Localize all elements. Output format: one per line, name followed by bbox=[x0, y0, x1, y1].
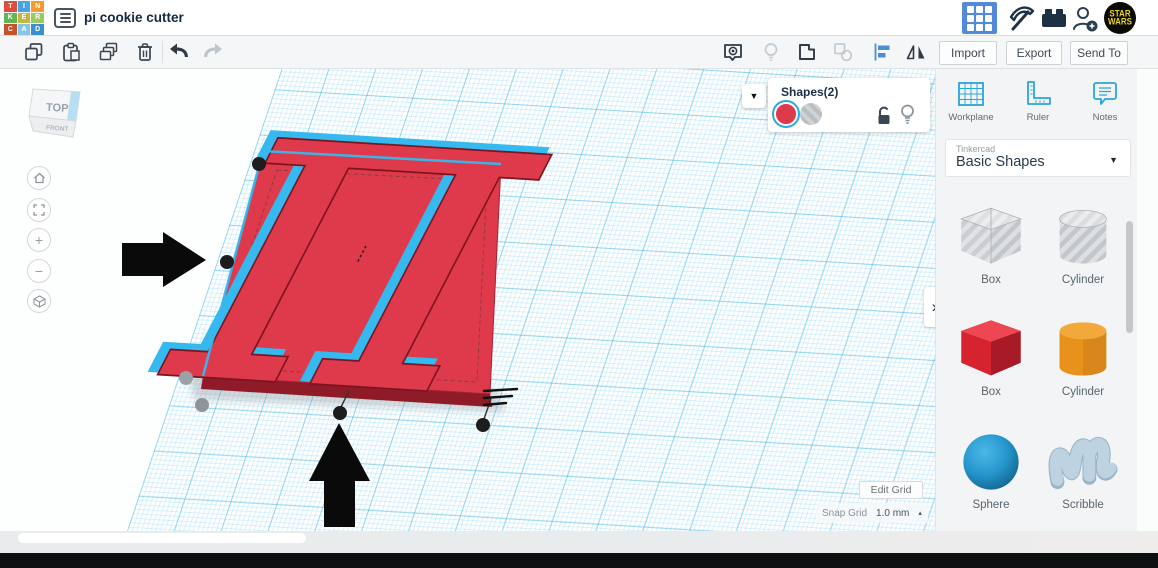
right-gutter bbox=[1137, 36, 1158, 553]
toolbar-divider bbox=[162, 41, 163, 63]
ruler-tool[interactable]: Ruler bbox=[1006, 79, 1070, 123]
export-button[interactable]: Export bbox=[1006, 41, 1062, 65]
snap-grid-value[interactable]: 1.0 mm bbox=[876, 508, 909, 519]
bottom-black-bar bbox=[0, 553, 1158, 568]
panel-scrollbar[interactable] bbox=[1126, 221, 1133, 333]
box-red-icon bbox=[961, 320, 1021, 376]
undo-icon[interactable] bbox=[168, 41, 190, 63]
avatar[interactable]: STAR WARS bbox=[1104, 2, 1136, 34]
notes-tool[interactable]: Notes bbox=[1073, 79, 1137, 123]
solid-color-swatch[interactable] bbox=[772, 100, 800, 128]
shape-scribble[interactable]: Scribble bbox=[1040, 429, 1126, 511]
paste-icon[interactable] bbox=[60, 41, 82, 63]
scene-overlay: π π bbox=[112, 69, 611, 527]
snap-grid-control: Snap Grid 1.0 mm ▴ bbox=[816, 503, 928, 523]
home-view-button[interactable] bbox=[27, 166, 51, 190]
library-brand: Tinkercad bbox=[956, 144, 996, 154]
top-bar: TIN KER CAD pi cookie cutter STAR WARS bbox=[0, 0, 1158, 36]
front-handle[interactable] bbox=[333, 406, 347, 420]
minus-icon: − bbox=[34, 263, 44, 279]
3d-viewport[interactable]: π π TOP FRONT + − ▼ Shapes(2) Edit Grid … bbox=[0, 69, 935, 553]
shape-inspector-panel: Shapes(2) bbox=[768, 78, 930, 132]
view-cube[interactable]: TOP FRONT bbox=[24, 83, 88, 145]
align-icon[interactable] bbox=[871, 41, 893, 63]
ruler-icon bbox=[1027, 81, 1051, 105]
edit-toolbar: Import Export Send To bbox=[0, 36, 1158, 69]
design-title: pi cookie cutter bbox=[84, 10, 184, 25]
scale-handle-rear[interactable] bbox=[179, 371, 193, 385]
library-selected: Basic Shapes bbox=[956, 154, 1045, 170]
caret-up-icon[interactable]: ▴ bbox=[918, 509, 922, 517]
shape-cylinder-hole[interactable]: Cylinder bbox=[1040, 204, 1126, 286]
cylinder-orange-icon bbox=[1059, 322, 1107, 376]
hide-bulb-icon[interactable] bbox=[760, 41, 782, 63]
minecraft-pickaxe-icon[interactable] bbox=[1004, 3, 1036, 33]
shape-box-solid[interactable]: Box bbox=[948, 316, 1034, 398]
ungroup-icon[interactable] bbox=[832, 41, 854, 63]
fit-view-button[interactable] bbox=[27, 198, 51, 222]
delete-icon[interactable] bbox=[134, 41, 156, 63]
inspector-collapse-caret[interactable]: ▼ bbox=[742, 84, 766, 108]
perspective-icon bbox=[33, 294, 45, 308]
hole-swatch[interactable] bbox=[800, 103, 822, 125]
tinkercad-logo[interactable]: TIN KER CAD bbox=[4, 1, 44, 35]
perspective-toggle-button[interactable] bbox=[27, 289, 51, 313]
box-hole-icon bbox=[959, 207, 1023, 264]
notes-icon bbox=[1093, 82, 1117, 105]
copy-icon[interactable] bbox=[23, 41, 45, 63]
home-icon bbox=[33, 172, 45, 184]
shape-library-dropdown[interactable]: Tinkercad Basic Shapes ▼ bbox=[945, 139, 1131, 177]
shape-box-hole[interactable]: Box bbox=[948, 204, 1034, 286]
workplane-icon bbox=[958, 82, 984, 106]
sphere-icon bbox=[963, 434, 1019, 490]
panel-collapse-tab[interactable]: › bbox=[924, 287, 935, 327]
side-handle[interactable] bbox=[220, 255, 234, 269]
corner-handle[interactable] bbox=[476, 418, 490, 432]
inspector-title: Shapes(2) bbox=[781, 85, 839, 99]
scale-handle-rear[interactable] bbox=[195, 398, 209, 412]
plus-icon: + bbox=[34, 232, 44, 248]
unlock-icon[interactable] bbox=[876, 105, 892, 127]
pi-object[interactable]: π bbox=[120, 69, 611, 503]
mirror-icon[interactable] bbox=[905, 41, 927, 63]
horizontal-scrollbar-thumb[interactable] bbox=[18, 533, 306, 543]
shapes-panel: Workplane Ruler Notes Tinkercad Basic Sh… bbox=[935, 69, 1137, 553]
svg-text:TOP: TOP bbox=[46, 102, 69, 115]
workplane-tool[interactable]: Workplane bbox=[939, 79, 1003, 123]
zoom-out-button[interactable]: − bbox=[27, 259, 51, 283]
scale-handle[interactable] bbox=[252, 157, 266, 171]
caret-down-icon: ▼ bbox=[1109, 155, 1118, 165]
duplicate-icon[interactable] bbox=[98, 41, 120, 63]
fit-view-icon bbox=[33, 204, 45, 216]
cylinder-hole-icon bbox=[1059, 209, 1107, 264]
dashboard-grid-icon[interactable] bbox=[962, 2, 997, 34]
add-person-icon[interactable] bbox=[1070, 3, 1102, 33]
show-all-icon[interactable] bbox=[722, 41, 744, 63]
edit-grid-button[interactable]: Edit Grid bbox=[859, 481, 923, 499]
svg-text:π: π bbox=[122, 69, 610, 502]
brick-icon[interactable] bbox=[1038, 3, 1070, 33]
snap-grid-label: Snap Grid bbox=[822, 507, 868, 519]
zoom-in-button[interactable]: + bbox=[27, 228, 51, 252]
design-menu-icon[interactable] bbox=[54, 8, 76, 28]
shape-cylinder-solid[interactable]: Cylinder bbox=[1040, 316, 1126, 398]
caret-down-icon: ▼ bbox=[749, 91, 759, 101]
redo-icon[interactable] bbox=[202, 41, 224, 63]
send-to-button[interactable]: Send To bbox=[1070, 41, 1128, 65]
scribble-icon bbox=[1048, 437, 1118, 490]
group-icon[interactable] bbox=[796, 41, 818, 63]
import-button[interactable]: Import bbox=[939, 41, 997, 65]
shape-sphere[interactable]: Sphere bbox=[948, 429, 1034, 511]
bulb-icon[interactable] bbox=[900, 103, 915, 127]
